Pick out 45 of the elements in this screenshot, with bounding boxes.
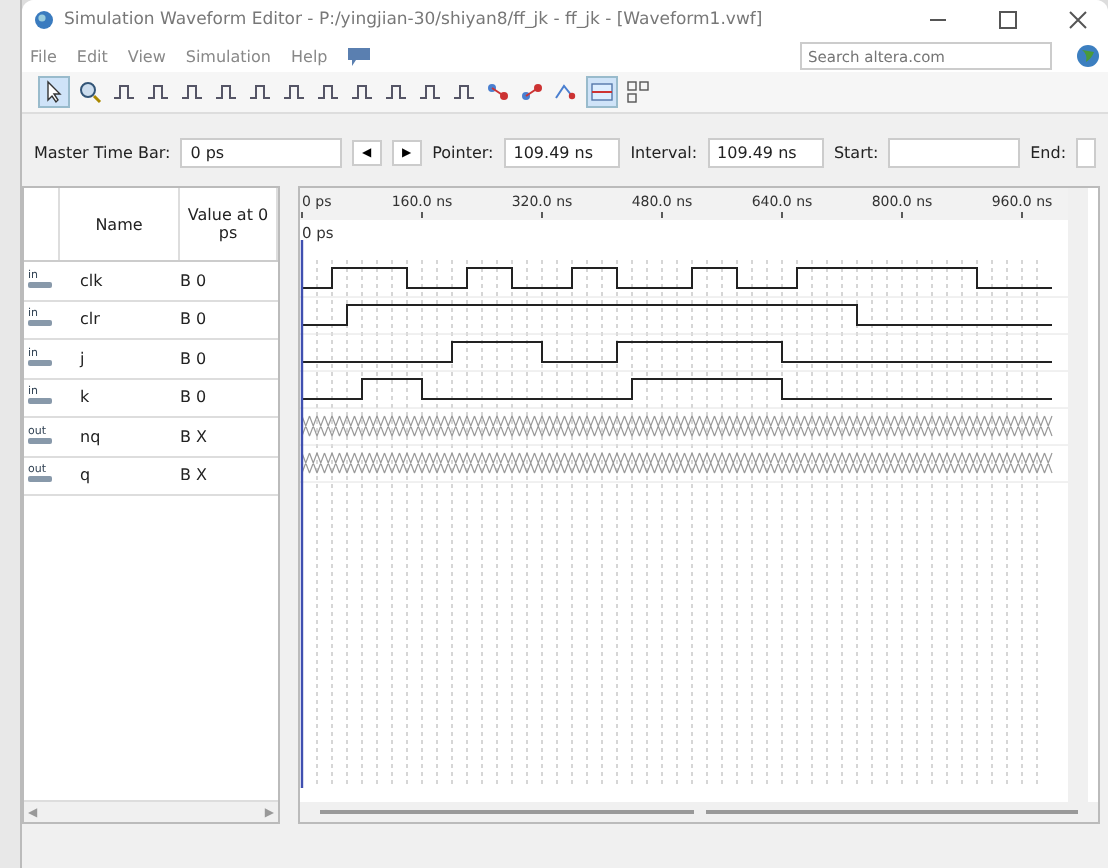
menu-item[interactable]: View (127, 47, 166, 65)
signal-name: q (78, 466, 93, 485)
start-label: Start: (833, 143, 879, 161)
signal-name: clr (78, 310, 102, 329)
maximize-icon (998, 10, 1018, 30)
menu-item[interactable]: Help (291, 47, 328, 65)
signal-name: k (78, 388, 92, 407)
signal-value: B X (180, 427, 210, 446)
node-icon[interactable] (518, 78, 546, 106)
interval-label: Interval: (630, 143, 698, 161)
horizontal-scrollbar[interactable] (300, 802, 1098, 822)
master-time-bar-label: Master Time Bar: (34, 143, 171, 161)
end-field[interactable] (1076, 137, 1097, 167)
column-header: Value at 0 ps (185, 206, 271, 242)
signal-name: nq (78, 427, 103, 446)
interval-field[interactable]: 109.49 ns (707, 137, 824, 167)
pointer-field[interactable]: 109.49 ns (503, 137, 621, 167)
master-time-bar-field[interactable]: 0 ps (180, 137, 343, 167)
pointer-label: Pointer: (432, 143, 494, 161)
end-label: End: (1030, 143, 1067, 161)
start-field[interactable] (888, 137, 1021, 167)
scrollbar[interactable] (1068, 188, 1088, 802)
grid-icon[interactable] (624, 78, 652, 106)
zoom-icon[interactable] (76, 78, 104, 106)
close-icon (1068, 10, 1088, 30)
globe-icon[interactable] (1076, 44, 1100, 68)
signal-value: B 0 (180, 349, 209, 368)
menu-item[interactable]: Edit (76, 47, 108, 65)
pointer-icon[interactable] (38, 76, 70, 108)
window-title: Simulation Waveform Editor - P:/yingjian-30/shiyan8/ff_jk - ff_jk - [Waveform1.vwf] (64, 10, 765, 30)
signal-value: B X (180, 466, 210, 485)
menu-item[interactable]: File (30, 47, 57, 65)
signal-value: B 0 (180, 310, 209, 329)
signal-value: B 0 (180, 388, 209, 407)
grid-icon[interactable] (586, 76, 618, 108)
signal-value: B 0 (180, 271, 209, 290)
minimize-icon (928, 18, 948, 22)
column-header: Name (95, 215, 143, 233)
menu-item[interactable]: Simulation (185, 47, 271, 65)
node-icon[interactable] (484, 78, 512, 106)
signal-name: j (77, 349, 87, 368)
chat-icon[interactable] (347, 47, 370, 65)
signal-name: clk (78, 271, 105, 290)
app-icon (34, 10, 54, 30)
time-bar-line[interactable] (300, 240, 304, 788)
